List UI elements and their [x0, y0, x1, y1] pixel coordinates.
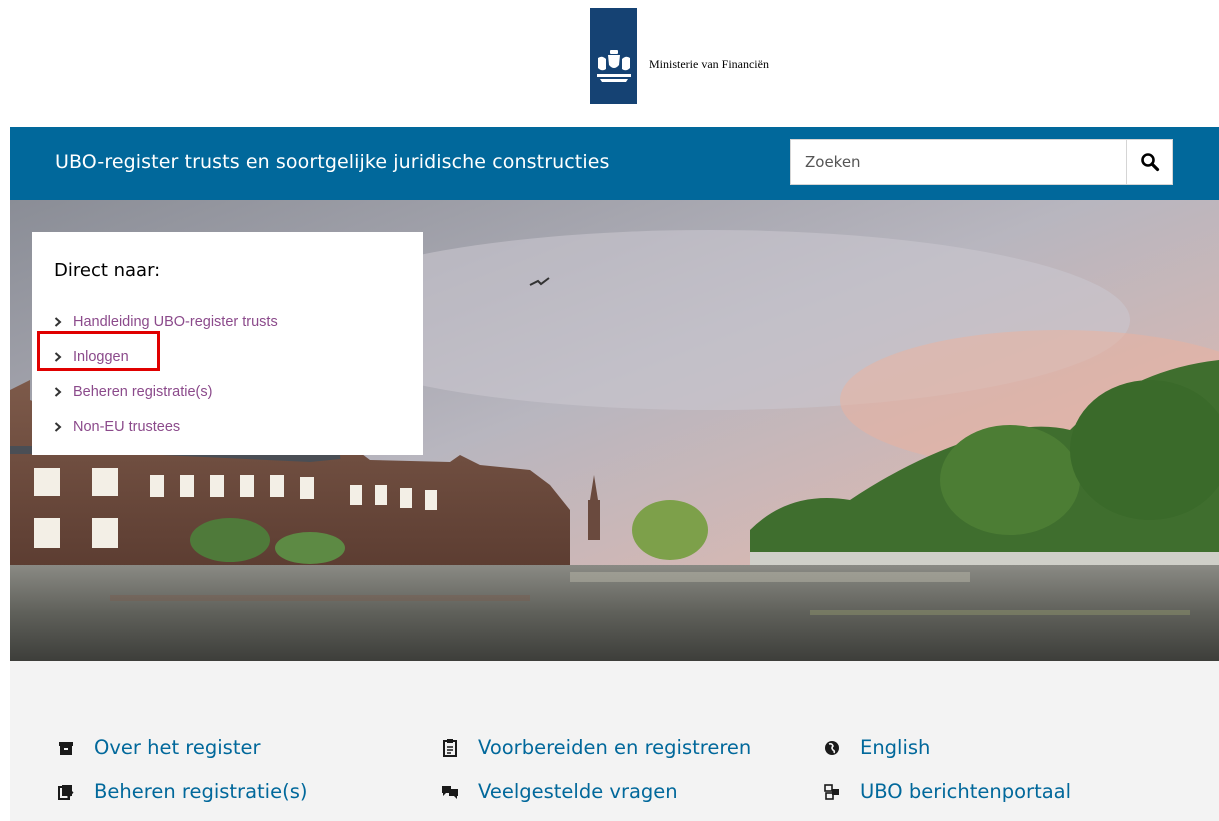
- site-title[interactable]: UBO-register trusts en soortgelijke juri…: [55, 151, 610, 173]
- message-portal-icon: [823, 783, 841, 801]
- hero-banner: Direct naar: Handleiding UBO-register tr…: [10, 200, 1219, 661]
- footer-link-veelgestelde-vragen[interactable]: Veelgestelde vragen: [441, 780, 678, 803]
- footer-link-berichtenportaal[interactable]: UBO berichtenportaal: [823, 780, 1071, 803]
- archive-icon: [57, 739, 75, 757]
- edit-document-icon: [57, 783, 75, 801]
- site-navbar: UBO-register trusts en soortgelijke juri…: [10, 127, 1219, 200]
- footer-link-over-register[interactable]: Over het register: [57, 736, 261, 759]
- search-icon: [1141, 153, 1160, 172]
- chevron-right-icon: [54, 421, 62, 432]
- footer-link-english[interactable]: English: [823, 736, 930, 759]
- footer-link-label[interactable]: UBO berichtenportaal: [860, 780, 1071, 803]
- footer-link-label[interactable]: Beheren registratie(s): [94, 780, 307, 803]
- footer-link-label[interactable]: English: [860, 736, 930, 759]
- rijksoverheid-logo[interactable]: [590, 8, 637, 104]
- search-input[interactable]: [791, 140, 1126, 184]
- link-non-eu-trustees[interactable]: Non-EU trustees: [73, 419, 180, 435]
- globe-icon: [823, 739, 841, 757]
- direct-link-item[interactable]: Non-EU trustees: [54, 409, 278, 444]
- inloggen-highlight-box: [37, 331, 160, 371]
- ministry-name: Ministerie van Financiën: [649, 57, 769, 71]
- footer-link-label[interactable]: Voorbereiden en registreren: [478, 736, 751, 759]
- chat-bubbles-icon: [441, 783, 459, 801]
- chevron-right-icon: [54, 386, 62, 397]
- direct-links-title: Direct naar:: [54, 260, 161, 281]
- link-beheren-registraties[interactable]: Beheren registratie(s): [73, 384, 212, 400]
- quick-links-footer: Over het register Voorbereiden en regist…: [10, 661, 1219, 821]
- brand-header: Ministerie van Financiën: [10, 8, 1219, 127]
- footer-link-label[interactable]: Over het register: [94, 736, 261, 759]
- footer-link-voorbereiden[interactable]: Voorbereiden en registreren: [441, 736, 751, 759]
- chevron-right-icon: [54, 316, 62, 327]
- clipboard-icon: [441, 738, 459, 757]
- direct-link-item[interactable]: Beheren registratie(s): [54, 374, 278, 409]
- page: Ministerie van Financiën UBO-register tr…: [10, 8, 1219, 821]
- search-button[interactable]: [1126, 140, 1172, 184]
- coat-of-arms-icon: [597, 50, 631, 82]
- footer-link-label[interactable]: Veelgestelde vragen: [478, 780, 678, 803]
- direct-links-list: Handleiding UBO-register trusts Inloggen…: [54, 304, 278, 444]
- footer-link-beheren[interactable]: Beheren registratie(s): [57, 780, 307, 803]
- search-form: [790, 139, 1173, 185]
- link-handleiding[interactable]: Handleiding UBO-register trusts: [73, 314, 278, 330]
